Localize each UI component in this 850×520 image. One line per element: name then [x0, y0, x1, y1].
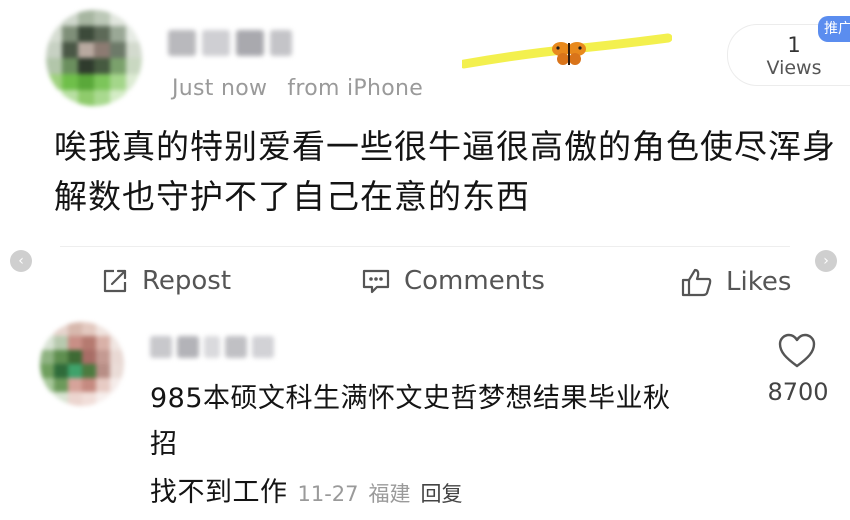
post-meta: Just now from iPhone	[172, 76, 423, 101]
comment-footer: 找不到工作 11-27 福建 回复	[150, 470, 463, 509]
divider	[60, 246, 790, 247]
comments-label: Comments	[404, 266, 545, 296]
highlighter-decoration	[462, 33, 672, 69]
views-label: Views	[766, 57, 822, 79]
likes-label: Likes	[726, 267, 792, 297]
comment-text: 985本硕文科生满怀文史哲梦想结果毕业秋 招	[150, 376, 740, 468]
likes-button[interactable]: Likes	[680, 266, 791, 298]
comment-text-line: 招	[150, 429, 178, 460]
repost-label: Repost	[142, 266, 232, 296]
heart-icon[interactable]	[776, 332, 818, 370]
post-body-line: 解数也守护不了自己在意的东西	[54, 177, 530, 216]
comment-location: 福建	[368, 482, 411, 506]
weibo-post-screenshot: Just now from iPhone 1 Views 推广 唉我真的特别爱看一…	[0, 0, 850, 520]
reply-button[interactable]: 回复	[421, 478, 463, 508]
thumbs-up-icon	[681, 268, 712, 297]
comment-date: 11-27	[297, 482, 359, 506]
post-source: from iPhone	[287, 76, 424, 101]
chevron-right-icon[interactable]: ›	[815, 250, 837, 272]
comment-text-continuation: 找不到工作	[150, 477, 288, 508]
chevron-left-icon[interactable]: ‹	[10, 250, 32, 272]
promote-tag[interactable]: 推广	[818, 16, 850, 42]
butterfly-icon	[552, 42, 586, 65]
post-body: 唉我真的特别爱看一些很牛逼很高傲的角色使尽浑身 解数也守护不了自己在意的东西	[54, 122, 844, 222]
commenter-avatar[interactable]	[40, 322, 124, 406]
commenter-name-blurred[interactable]	[150, 336, 274, 358]
post-author-avatar[interactable]	[46, 10, 142, 106]
comments-button[interactable]: Comments	[360, 266, 545, 296]
comment-like-count: 8700	[767, 378, 829, 406]
comment-icon	[362, 269, 390, 294]
post-author-name-blurred[interactable]	[168, 30, 292, 56]
post-body-line: 唉我真的特别爱看一些很牛逼很高傲的角色使尽浑身	[54, 127, 836, 166]
repost-icon	[103, 269, 127, 293]
comment-text-line: 985本硕文科生满怀文史哲梦想结果毕业秋	[150, 383, 671, 414]
post-time: Just now	[172, 76, 268, 101]
repost-button[interactable]: Repost	[100, 266, 231, 296]
